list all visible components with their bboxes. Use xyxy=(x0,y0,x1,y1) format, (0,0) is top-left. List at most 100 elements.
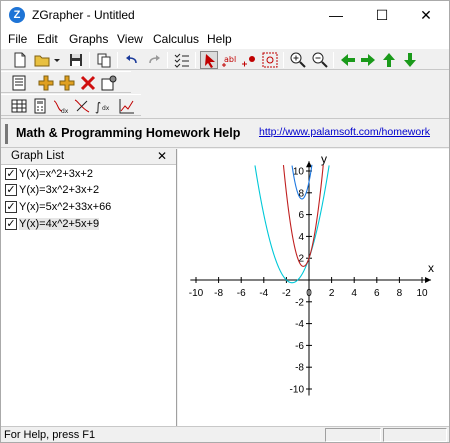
x-tick-label: -6 xyxy=(237,288,246,299)
arrow-left-icon[interactable] xyxy=(339,51,357,69)
add-item-icon[interactable] xyxy=(58,74,76,92)
title-bar[interactable]: Z ZGrapher - Untitled — ☐ ✕ xyxy=(1,1,449,30)
add-graph-icon[interactable] xyxy=(37,74,55,92)
x-tick-label: -2 xyxy=(282,288,291,299)
close-button[interactable]: ✕ xyxy=(403,1,449,30)
menu-graphs[interactable]: Graphs xyxy=(69,32,108,46)
menu-calculus[interactable]: Calculus xyxy=(153,32,199,46)
arrow-up-icon[interactable] xyxy=(380,51,398,69)
status-pane xyxy=(383,428,447,442)
app-logo-icon: Z xyxy=(9,7,25,23)
graph-properties-icon[interactable] xyxy=(10,74,28,92)
main-toolbar: abl xyxy=(1,48,449,70)
maximize-button[interactable]: ☐ xyxy=(359,1,405,30)
add-point-icon[interactable] xyxy=(240,51,258,69)
status-text: For Help, press F1 xyxy=(4,429,96,441)
insert-label-icon[interactable]: abl xyxy=(220,51,238,69)
integral-icon[interactable]: ∫ dx xyxy=(94,97,112,115)
chart-icon[interactable] xyxy=(117,97,135,115)
y-tick-label: -2 xyxy=(295,297,304,308)
new-document-icon[interactable] xyxy=(11,51,29,69)
menu-help[interactable]: Help xyxy=(207,32,232,46)
checkbox[interactable]: ✓ xyxy=(5,218,17,230)
x-axis-arrow xyxy=(425,277,432,283)
svg-text:dx: dx xyxy=(102,105,110,112)
delete-graph-icon[interactable] xyxy=(79,74,97,92)
y-tick-label: 4 xyxy=(298,232,304,243)
graph-label[interactable]: Y(x)=5x^2+33x+66 xyxy=(19,201,111,213)
menu-view[interactable]: View xyxy=(117,32,143,46)
banner-title: Math & Programming Homework Help xyxy=(16,126,241,140)
x-tick-label: 10 xyxy=(416,288,428,299)
menu-bar: File Edit Graphs View Calculus Help xyxy=(1,30,449,48)
checklist-icon[interactable] xyxy=(173,51,191,69)
close-icon[interactable]: ✕ xyxy=(157,149,167,163)
help-banner: Math & Programming Homework Help http://… xyxy=(1,118,449,148)
x-tick-label: 8 xyxy=(397,288,403,299)
x-tick-label: -8 xyxy=(214,288,223,299)
graph-list-item-selected[interactable]: ✓ Y(x)=4x^2+5x+9 xyxy=(5,217,173,233)
separator xyxy=(195,52,196,68)
minimize-button[interactable]: — xyxy=(313,1,359,30)
x-axis-label: x xyxy=(428,261,434,275)
graph-canvas[interactable]: -10 -8 -6 -4 -2 0 2 4 6 8 10 -10 -8 -6 -4 -2 2 4 6 8 10 x y xyxy=(178,149,449,426)
derivative-icon[interactable]: dx xyxy=(52,97,70,115)
y-tick-label: -6 xyxy=(295,341,304,352)
separator xyxy=(333,52,334,68)
separator xyxy=(283,52,284,68)
x-tick-label: 4 xyxy=(351,288,357,299)
y-axis-arrow xyxy=(306,161,312,168)
zoom-out-icon[interactable] xyxy=(311,51,329,69)
graph-list-item[interactable]: ✓ Y(x)=x^2+3x+2 xyxy=(5,167,173,183)
function-plot[interactable]: -10 -8 -6 -4 -2 0 2 4 6 8 10-10-8-6-4-2246810xy xyxy=(178,149,449,426)
x-tick-label: -4 xyxy=(259,288,268,299)
y-tick-label: -10 xyxy=(290,385,305,396)
separator xyxy=(167,52,168,68)
zoom-box-icon[interactable] xyxy=(261,51,279,69)
redo-icon[interactable] xyxy=(145,51,163,69)
y-axis-label: y xyxy=(321,152,327,166)
undo-icon[interactable] xyxy=(123,51,141,69)
graph-list-header: Graph List ✕ xyxy=(1,149,176,165)
x-tick-label: 6 xyxy=(374,288,380,299)
menu-file[interactable]: File xyxy=(8,32,27,46)
graph-settings-icon[interactable] xyxy=(100,74,118,92)
graph-label[interactable]: Y(x)=3x^2+3x+2 xyxy=(19,184,99,196)
checkbox[interactable]: ✓ xyxy=(5,184,17,196)
graph-list-item[interactable]: ✓ Y(x)=3x^2+3x+2 xyxy=(5,183,173,199)
x-tick-label: 0 xyxy=(306,288,312,299)
x-tick-label: -10 xyxy=(189,288,204,299)
graph-list-title: Graph List xyxy=(11,150,65,162)
tangent-icon[interactable] xyxy=(73,97,91,115)
banner-grip xyxy=(5,124,8,144)
checkbox[interactable]: ✓ xyxy=(5,168,17,180)
arrow-down-icon[interactable] xyxy=(401,51,419,69)
y-tick-label: 10 xyxy=(293,167,305,178)
separator xyxy=(117,52,118,68)
save-icon[interactable] xyxy=(67,51,85,69)
x-tick-label: 2 xyxy=(329,288,335,299)
zoom-in-icon[interactable] xyxy=(289,51,307,69)
status-pane xyxy=(325,428,381,442)
y-tick-label: -8 xyxy=(295,363,304,374)
calculator-icon[interactable] xyxy=(31,97,49,115)
homework-link[interactable]: http://www.palamsoft.com/homework xyxy=(259,126,430,138)
calculus-toolbar: dx ∫ dx xyxy=(1,94,141,116)
menu-edit[interactable]: Edit xyxy=(37,32,58,46)
svg-text:dx: dx xyxy=(61,108,69,115)
arrow-right-icon[interactable] xyxy=(359,51,377,69)
graph-label[interactable]: Y(x)=x^2+3x+2 xyxy=(19,168,93,180)
status-bar: For Help, press F1 xyxy=(1,426,449,442)
separator xyxy=(89,52,90,68)
graph-list-item[interactable]: ✓ Y(x)=5x^2+33x+66 xyxy=(5,200,173,216)
table-icon[interactable] xyxy=(10,97,28,115)
window-title: ZGrapher - Untitled xyxy=(32,8,135,22)
graph-list-panel: Graph List ✕ ✓ Y(x)=x^2+3x+2 ✓ Y(x)=3x^2… xyxy=(1,149,177,426)
checkbox[interactable]: ✓ xyxy=(5,201,17,213)
graph-label[interactable]: Y(x)=4x^2+5x+9 xyxy=(19,218,100,230)
app-window: Z ZGrapher - Untitled — ☐ ✕ File Edit Gr… xyxy=(0,0,450,443)
copy-icon[interactable] xyxy=(95,51,113,69)
pointer-icon[interactable] xyxy=(200,51,218,69)
svg-text:∫: ∫ xyxy=(95,100,101,114)
open-folder-icon[interactable] xyxy=(33,51,63,69)
